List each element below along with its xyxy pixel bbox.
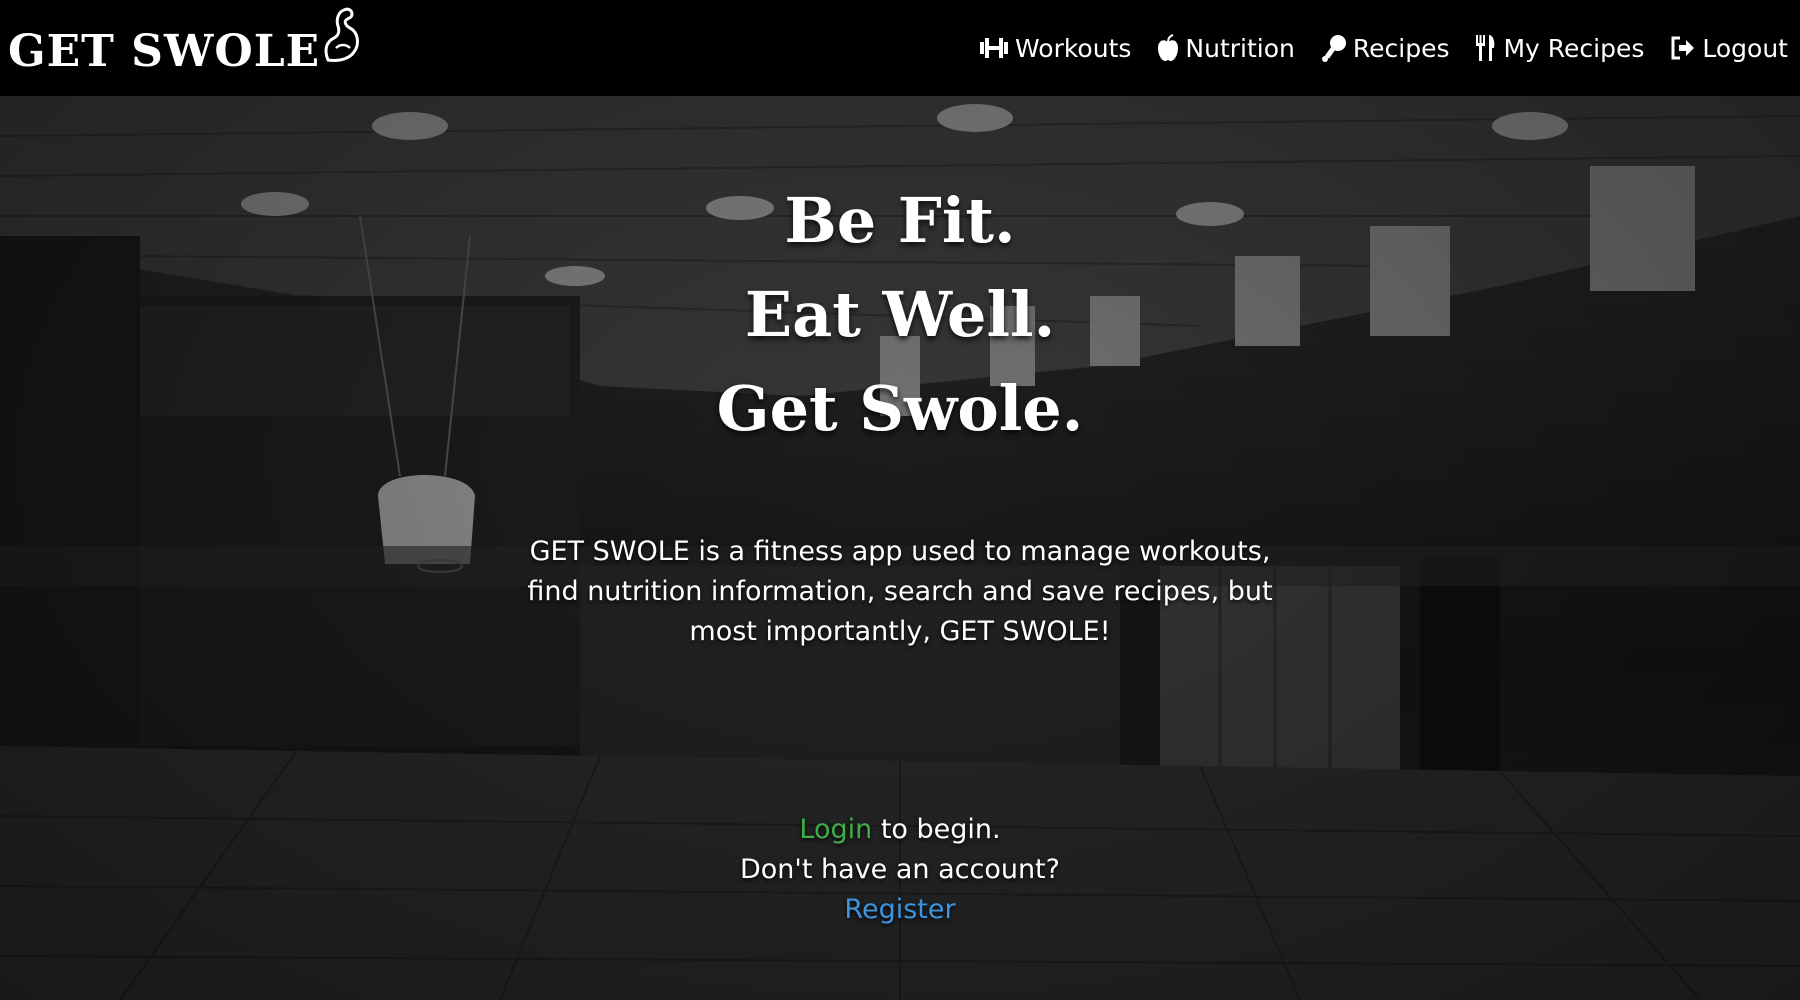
nav-item-label: Nutrition <box>1185 33 1295 63</box>
top-navbar: GET SWOLE Workouts Nutrition Recipes My … <box>0 0 1800 96</box>
brand-name: GET SWOLE <box>8 26 321 77</box>
call-to-action: Login to begin. Don't have an account? R… <box>0 810 1800 930</box>
nav-item-label: Workouts <box>1015 33 1132 63</box>
nav-item-logout[interactable]: Logout <box>1670 34 1788 63</box>
nav-item-label: Recipes <box>1352 33 1450 63</box>
nav-item-recipes[interactable]: Recipes <box>1321 33 1450 63</box>
tagline-line-1: Be Fit. <box>784 184 1016 257</box>
login-line: Login to begin. <box>0 810 1800 850</box>
nav-item-workouts[interactable]: Workouts <box>979 34 1131 63</box>
register-link[interactable]: Register <box>844 894 955 925</box>
login-suffix-text: to begin. <box>872 814 1001 845</box>
app-description: GET SWOLE is a fitness app used to manag… <box>527 536 1273 647</box>
nav-item-label: Logout <box>1702 33 1788 63</box>
logout-icon <box>1671 36 1695 60</box>
nav-item-nutrition[interactable]: Nutrition <box>1157 33 1295 63</box>
apple-icon <box>1158 34 1179 61</box>
brand-logo[interactable]: GET SWOLE <box>8 0 362 96</box>
nav-item-label: My Recipes <box>1503 33 1645 63</box>
tagline-line-3: Get Swole. <box>716 372 1084 445</box>
no-account-text: Don't have an account? <box>740 854 1060 885</box>
nav-item-my-recipes[interactable]: My Recipes <box>1475 34 1644 63</box>
hero-content: Be Fit. Eat Well. Get Swole. GET SWOLE i… <box>0 96 1800 1000</box>
hero-section: Be Fit. Eat Well. Get Swole. GET SWOLE i… <box>0 96 1800 1000</box>
tagline-group: Be Fit. Eat Well. Get Swole. <box>0 174 1800 456</box>
tagline-line-2: Eat Well. <box>744 278 1056 351</box>
dumbbell-icon <box>980 38 1009 58</box>
fork-knife-icon <box>1476 35 1495 61</box>
nav-links: Workouts Nutrition Recipes My Recipes Lo… <box>979 0 1788 96</box>
flexing-arm-icon <box>324 7 360 62</box>
drumstick-icon <box>1321 35 1346 62</box>
login-link[interactable]: Login <box>799 814 872 845</box>
